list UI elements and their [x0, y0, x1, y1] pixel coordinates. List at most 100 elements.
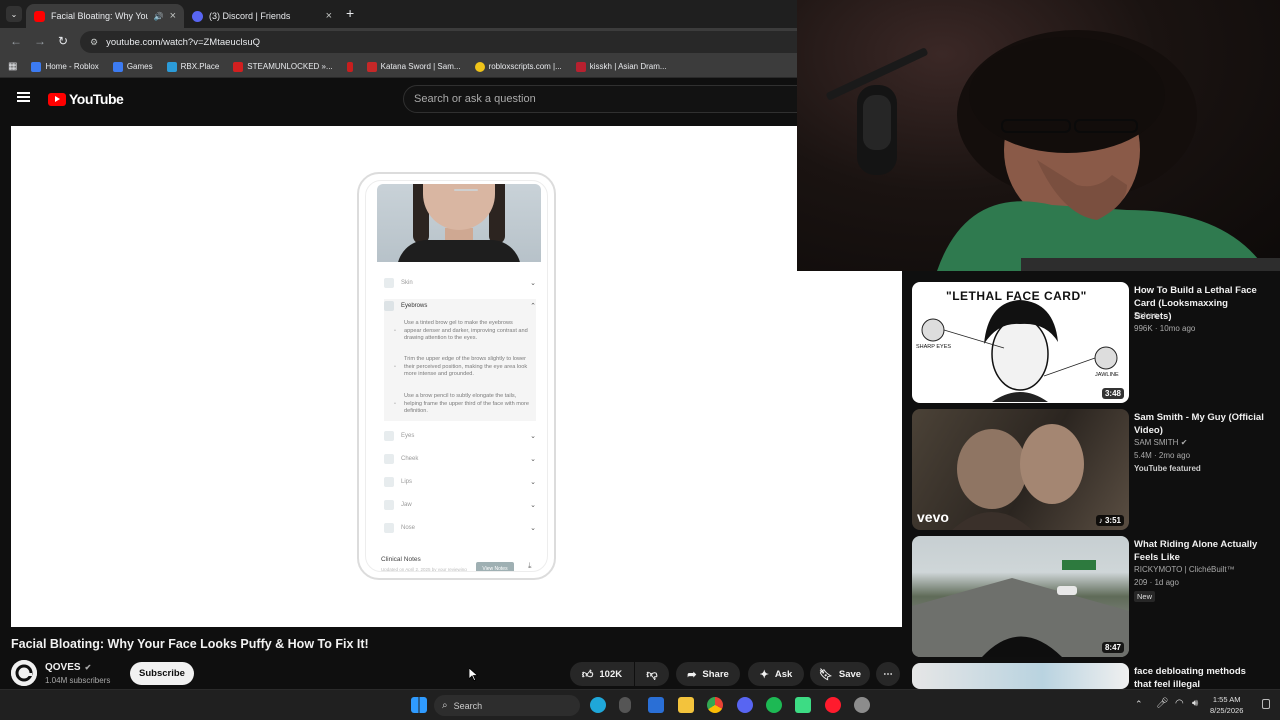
taskbar-search[interactable]: ⌕ Search [434, 695, 580, 716]
steamunlocked-icon [233, 61, 244, 72]
close-icon[interactable]: × [326, 10, 332, 22]
back-icon[interactable]: ← [10, 34, 22, 48]
robloxscripts-icon [474, 61, 485, 72]
ask-button[interactable]: ✦ Ask [748, 662, 804, 686]
recommendation-thumbnail[interactable]: 8:47 [912, 536, 1129, 657]
file-explorer-icon[interactable] [678, 697, 694, 713]
mouse-app-icon[interactable] [619, 697, 631, 713]
bookmark-steamunlocked[interactable]: STEAMUNLOCKED »... [233, 61, 333, 72]
close-icon[interactable]: × [170, 10, 176, 22]
more-icon: ⋯ [883, 668, 893, 680]
channel-avatar[interactable] [11, 660, 37, 686]
webcam-image [826, 30, 1280, 271]
download-icon: ⤓ [528, 561, 532, 570]
category-jaw: Jaw ⌄ [384, 496, 536, 514]
android-app-icon[interactable] [795, 697, 811, 713]
tray-chevron-icon[interactable]: ⌃ [1135, 699, 1143, 710]
cheek-icon [384, 454, 394, 464]
subscriber-count: 1.04M subscribers [45, 676, 111, 685]
clinical-notes-label: Clinical Notes [381, 556, 421, 563]
recommendation-thumbnail[interactable]: vevo ♪ 3:51 [912, 409, 1129, 530]
apps-grid-icon[interactable]: ▦ [8, 61, 17, 72]
webcam-overlay [797, 0, 1280, 271]
system-clock[interactable]: 1:55 AM 8/25/2026 [1210, 694, 1243, 716]
spotify-icon[interactable] [766, 697, 782, 713]
tip-text: Use a brow pencil to subtly elongate the… [394, 393, 530, 416]
store-icon[interactable] [648, 697, 664, 713]
bookmark-games[interactable]: Games [112, 61, 153, 72]
video-duration: 8:47 [1101, 642, 1124, 653]
omnibox[interactable]: ⚙ youtube.com/watch?v=ZMtaeuclsuQ [80, 31, 820, 53]
recommendation-item[interactable]: 8:47 What Riding Alone Actually Feels Li… [912, 536, 1272, 658]
forward-icon[interactable]: → [34, 34, 46, 48]
tab-title: (3) Discord | Friends [209, 11, 291, 21]
chevron-down-icon: ⌄ [530, 479, 536, 486]
more-actions-button[interactable]: ⋯ [876, 662, 900, 686]
rbx-icon [166, 61, 177, 72]
recommendation-item[interactable]: vevo ♪ 3:51 Sam Smith - My Guy (Official… [912, 409, 1272, 531]
recommendation-thumbnail[interactable] [912, 663, 1129, 689]
bookmark-home-roblox[interactable]: Home - Roblox [31, 61, 99, 72]
category-nose: Nose ⌄ [384, 519, 536, 537]
recommendation-title[interactable]: What Riding Alone Actually Feels Like [1134, 538, 1264, 564]
recommendation-meta: 5.4M · 2mo ago [1134, 451, 1191, 460]
search-placeholder: Search or ask a question [414, 93, 536, 105]
video-player[interactable]: Skin ⌄ Eyebrows ⌃ Use a tinted brow gel … [11, 126, 902, 627]
bookmark-icon: 🔖︎ [818, 668, 833, 681]
thumbnail-illustration [921, 300, 1118, 402]
notification-icon[interactable] [1262, 699, 1270, 709]
save-button[interactable]: 🔖︎ Save [810, 662, 870, 686]
chrome-icon[interactable] [707, 697, 723, 713]
reload-icon[interactable]: ↻ [58, 34, 68, 48]
category-cheek: Cheek ⌄ [384, 450, 536, 468]
recommendation-title[interactable]: Sam Smith - My Guy (Official Video) [1134, 411, 1264, 437]
like-button[interactable]: 👍︎ 102K [570, 662, 634, 686]
tab-list-button[interactable]: ⌄ [6, 6, 22, 22]
youtube-logo[interactable]: YouTube [48, 91, 124, 107]
menu-icon[interactable] [17, 92, 30, 102]
share-button[interactable]: ➦ Share [676, 662, 740, 686]
recommendation-title[interactable]: face debloating methods that feel illega… [1134, 665, 1264, 689]
bookmark-robloxscripts[interactable]: robloxscripts.com |... [474, 61, 562, 72]
recommendation-channel[interactable]: RICKYMOTO | ClichéBuilt™ [1134, 565, 1235, 574]
search-input[interactable]: Search or ask a question [403, 85, 823, 113]
subscribe-button[interactable]: Subscribe [130, 662, 194, 685]
recommendation-item[interactable]: "LETHAL FACE CARD" SHARP EYES JAWLINE 3:… [912, 282, 1272, 404]
clock-time: 1:55 AM [1212, 695, 1241, 704]
dislike-button[interactable]: 👎︎ [635, 662, 669, 686]
channel-name[interactable]: QOVES ✔ [45, 662, 91, 673]
eyes-icon [384, 431, 394, 441]
tab-discord[interactable]: (3) Discord | Friends × [184, 4, 340, 28]
edge-icon[interactable] [590, 697, 606, 713]
chevron-down-icon: ⌄ [530, 280, 536, 287]
discord-icon[interactable] [737, 697, 753, 713]
speaker-icon[interactable]: 🔊 [154, 12, 164, 21]
new-tab-button[interactable]: + [346, 5, 354, 21]
recommendation-meta: 209 · 1d ago [1134, 578, 1179, 587]
microphone-icon[interactable]: 🎤︎ [1156, 698, 1169, 709]
recommendation-channel[interactable]: SAM SMITH ✔ [1134, 438, 1187, 447]
bookmark-kisskh[interactable]: kisskh | Asian Dram... [575, 61, 667, 72]
video-duration: ♪ 3:51 [1095, 515, 1124, 526]
recommendation-channel[interactable]: Zolven [1134, 311, 1158, 320]
eyebrow-icon [384, 301, 394, 311]
bookmark-katana-sword[interactable]: Katana Sword | Sam... [366, 61, 461, 72]
site-info-icon[interactable]: ⚙ [90, 37, 98, 48]
url-text: youtube.com/watch?v=ZMtaeuclsuQ [106, 36, 260, 48]
youtube-logo-text: YouTube [69, 91, 124, 107]
wifi-icon[interactable]: ◠ [1175, 698, 1184, 709]
chevron-down-icon: ⌄ [530, 502, 536, 509]
phone-mockup: Skin ⌄ Eyebrows ⌃ Use a tinted brow gel … [357, 172, 556, 580]
settings-icon[interactable] [854, 697, 870, 713]
bookmark-unnamed[interactable] [346, 61, 353, 72]
clock-date: 8/25/2026 [1210, 706, 1244, 715]
opera-icon[interactable] [825, 697, 841, 713]
tab-youtube[interactable]: Facial Bloating: Why Your Fa 🔊 × [26, 4, 184, 28]
windows-start-icon[interactable] [411, 697, 427, 713]
bookmark-rbx-place[interactable]: RBX.Place [166, 61, 219, 72]
roblox-icon [31, 61, 42, 72]
category-eyes: Eyes ⌄ [384, 427, 536, 445]
recommendation-item[interactable]: face debloating methods that feel illega… [912, 663, 1272, 689]
volume-icon[interactable]: 🔊︎ [1192, 698, 1198, 709]
recommendation-thumbnail[interactable]: "LETHAL FACE CARD" SHARP EYES JAWLINE 3:… [912, 282, 1129, 403]
